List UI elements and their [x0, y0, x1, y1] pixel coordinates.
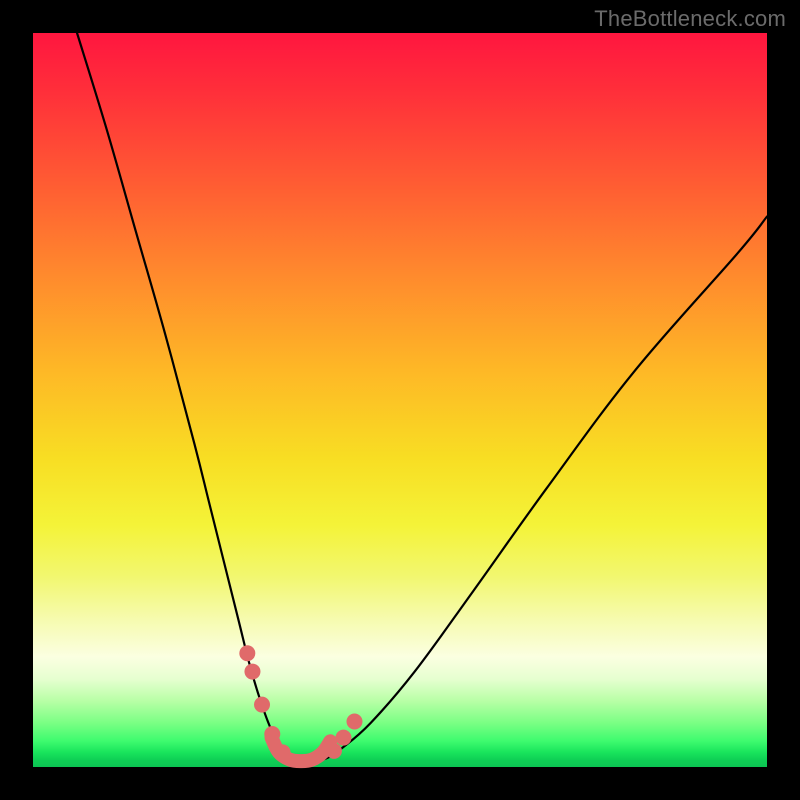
chart-curve [77, 33, 767, 761]
chart-marker [346, 713, 362, 729]
chart-marker [244, 664, 260, 680]
chart-marker [335, 730, 351, 746]
watermark-text: TheBottleneck.com [594, 6, 786, 32]
chart-band [272, 738, 331, 761]
chart-marker [254, 697, 270, 713]
chart-svg [33, 33, 767, 767]
chart-marker [239, 645, 255, 661]
plot-area [33, 33, 767, 767]
chart-frame: TheBottleneck.com [0, 0, 800, 800]
